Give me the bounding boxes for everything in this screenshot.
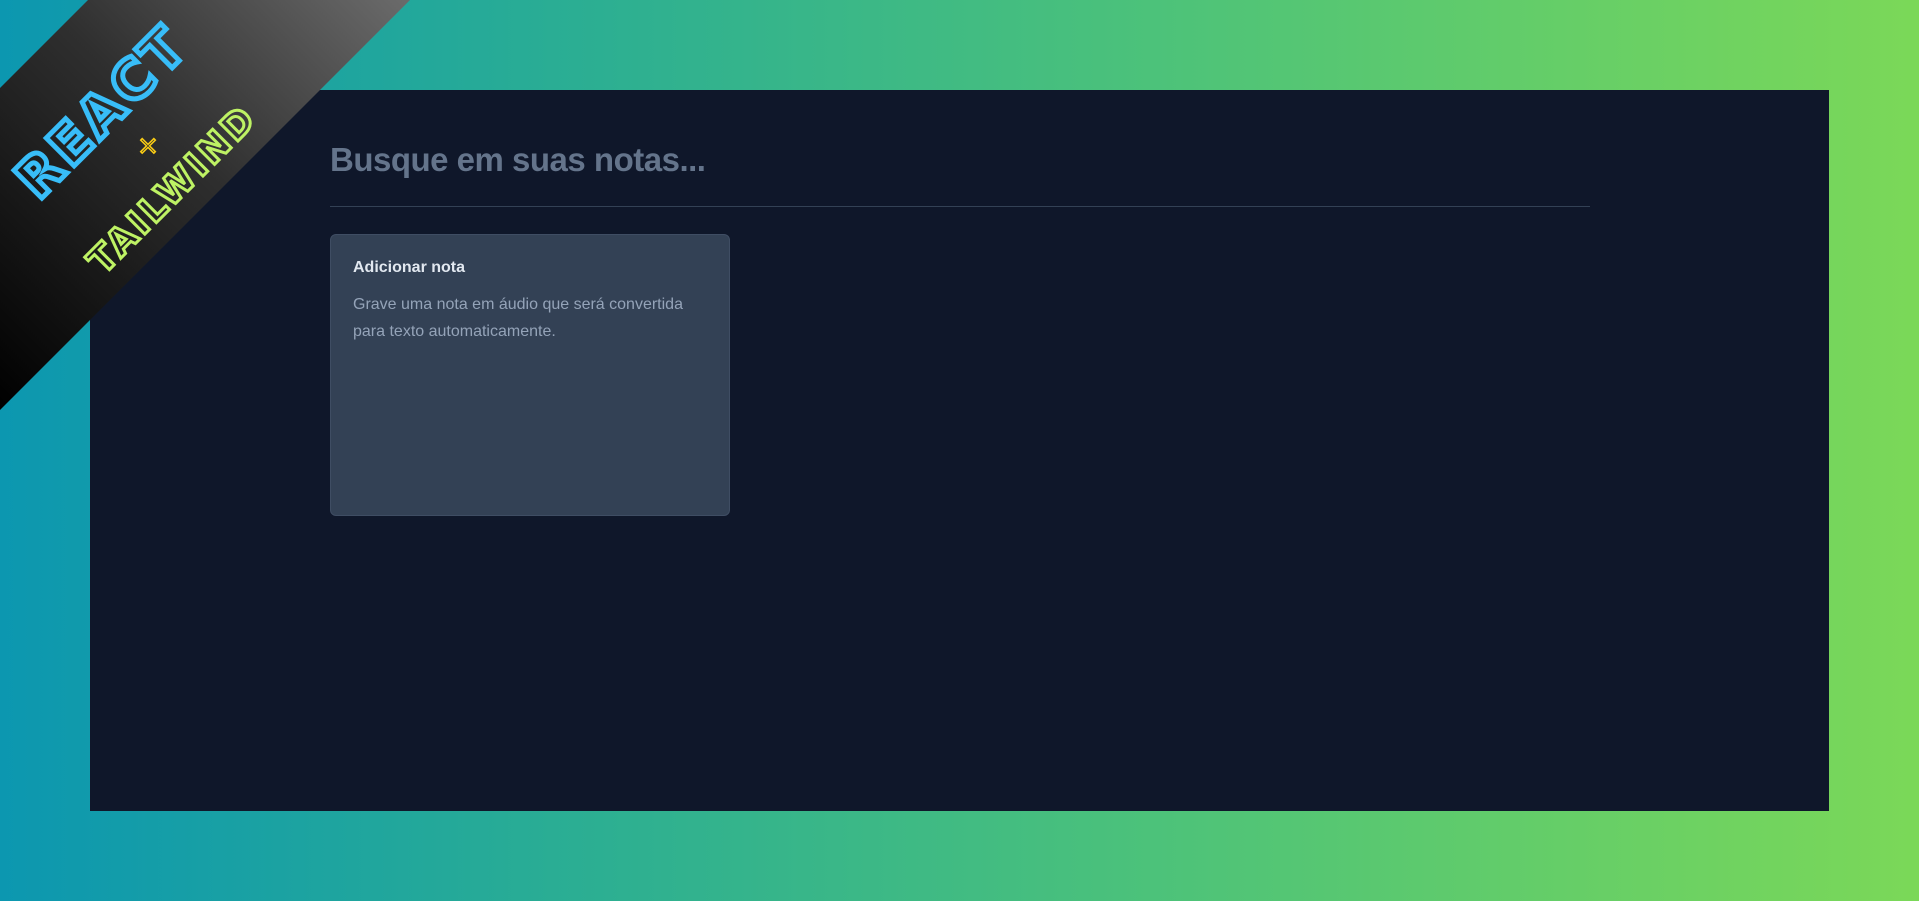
ribbon-band xyxy=(0,0,410,410)
divider xyxy=(330,206,1590,207)
search-form xyxy=(330,140,1590,180)
search-input[interactable] xyxy=(330,140,1590,180)
notes-grid: Adicionar nota Grave uma nota em áudio q… xyxy=(330,234,1590,516)
ribbon-separator: × xyxy=(137,131,159,161)
react-tailwind-ribbon: REACT × TAILWIND xyxy=(0,0,410,410)
app-content: Adicionar nota Grave uma nota em áudio q… xyxy=(330,140,1590,516)
